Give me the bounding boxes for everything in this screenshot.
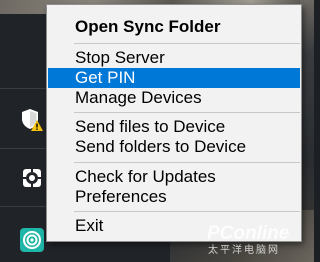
tray-divider <box>0 206 48 207</box>
teal-circle-app-icon[interactable] <box>20 228 44 252</box>
menu-separator <box>74 43 300 44</box>
app-settings-icon[interactable] <box>21 167 43 189</box>
menu-item-manage-devices[interactable]: Manage Devices <box>48 88 300 108</box>
tray-context-menu: Open Sync Folder Stop Server Get PIN Man… <box>46 4 302 242</box>
menu-separator <box>74 112 300 113</box>
menu-item-check-updates[interactable]: Check for Updates <box>48 167 300 187</box>
windows-security-icon[interactable] <box>20 108 43 131</box>
pconline-watermark-subtitle: 太平洋电脑网 <box>208 245 280 256</box>
menu-item-stop-server[interactable]: Stop Server <box>48 48 300 68</box>
menu-item-open-sync-folder[interactable]: Open Sync Folder <box>48 17 300 37</box>
menu-separator <box>74 211 300 212</box>
menu-item-send-folders[interactable]: Send folders to Device <box>48 137 300 157</box>
tray-divider <box>0 148 48 149</box>
menu-item-send-files[interactable]: Send files to Device <box>48 117 300 137</box>
menu-item-get-pin[interactable]: Get PIN <box>48 68 300 88</box>
tray-divider <box>0 88 48 89</box>
menu-item-preferences[interactable]: Preferences <box>48 187 300 207</box>
menu-separator <box>74 162 300 163</box>
